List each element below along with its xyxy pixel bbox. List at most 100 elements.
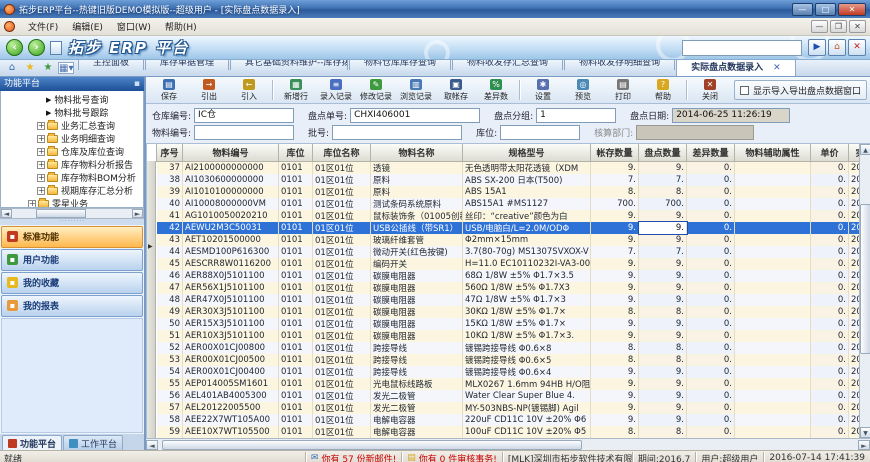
sidebar-item-物料批号跟踪[interactable]: ▶物料批号跟踪 xyxy=(1,106,143,119)
sidebar-item-库存物料BOM分析[interactable]: +库存物料BOM分析 xyxy=(1,171,143,184)
maximize-button[interactable]: □ xyxy=(815,3,836,16)
help-button[interactable]: ?帮助 xyxy=(643,78,683,103)
home-icon[interactable]: ⌂ xyxy=(828,39,846,56)
grid-horizontal-scrollbar[interactable]: ◄ ► xyxy=(146,438,870,450)
checkbox-icon[interactable] xyxy=(740,86,749,95)
favorites-star-icon[interactable]: ★ xyxy=(22,61,38,75)
sidebar-panel-我的收藏[interactable]: ▪我的收藏 xyxy=(1,272,143,294)
warehouse-code-field[interactable]: IC仓 xyxy=(194,108,294,123)
column-header-物料辅助属性[interactable]: 物料辅助属性 xyxy=(735,144,811,161)
browse-record-button[interactable]: ▥浏览记录 xyxy=(396,78,436,103)
preview-button[interactable]: ◎预览 xyxy=(563,78,603,103)
tab-list-icon[interactable]: ▦▾ xyxy=(58,62,74,74)
column-header-物料编号[interactable]: 物料编号 xyxy=(183,144,279,161)
table-row[interactable]: 55AEP014005SM1601010101区01位光电鼠标线路板MLX026… xyxy=(157,378,860,390)
modify-record-button[interactable]: ✎修改记录 xyxy=(356,78,396,103)
mdi-minimize-button[interactable]: — xyxy=(811,20,828,33)
home-tab-icon[interactable]: ⌂ xyxy=(4,61,20,75)
close-button[interactable]: ✕关闭 xyxy=(690,78,730,103)
scroll-right-icon[interactable]: ► xyxy=(858,440,870,450)
table-row[interactable]: 56AEL401AB4005300010101区01位发光二极管Water Cl… xyxy=(157,390,860,402)
add-favorite-icon[interactable]: ★ xyxy=(40,61,56,75)
tree-expand-icon[interactable]: + xyxy=(37,135,45,143)
column-header-序号[interactable]: 序号 xyxy=(157,144,183,161)
scroll-down-icon[interactable]: ▼ xyxy=(860,427,870,438)
enter-record-button[interactable]: ≡录入记录 xyxy=(316,78,356,103)
column-header-库位[interactable]: 库位 xyxy=(279,144,313,161)
column-header-差异数量[interactable]: 差异数量 xyxy=(687,144,735,161)
table-row[interactable]: 39AI1010100000000010101区01位原料ABS 15A18.8… xyxy=(157,186,860,198)
minimize-button[interactable]: — xyxy=(792,3,813,16)
scroll-up-icon[interactable]: ▲ xyxy=(860,144,870,155)
table-row[interactable]: 53AER00X01CJ00500010101区01位跨接导线镀锡跨接导线 Φ0… xyxy=(157,354,860,366)
column-header-规格型号[interactable]: 规格型号 xyxy=(463,144,591,161)
table-row[interactable]: 41AG1010050020210010101区01位鼠标装饰条（01005创新… xyxy=(157,210,860,222)
tree-horizontal-scrollbar[interactable]: ◄ ► xyxy=(0,208,144,219)
table-row[interactable]: 44AESMD100P616300010101区01位微动开关(红色按键)3.7… xyxy=(157,246,860,258)
table-row[interactable]: 48AER47X0J5101100010101区01位碳膜电阻器47Ω 1/8W… xyxy=(157,294,860,306)
mdi-restore-button[interactable]: ❒ xyxy=(830,20,847,33)
show-import-export-window-toggle[interactable]: 显示导入导出盘点数据窗口 xyxy=(734,80,867,100)
print-button[interactable]: ▤打印 xyxy=(603,78,643,103)
tree-expand-icon[interactable]: + xyxy=(37,174,45,182)
tree-expand-icon[interactable]: + xyxy=(28,200,36,208)
clear-icon[interactable]: ✕ xyxy=(848,39,866,56)
sidebar-tab-工作平台[interactable]: 工作平台 xyxy=(63,435,123,450)
count-group-field[interactable]: 1 xyxy=(536,108,616,123)
sidebar-item-业务明细查询[interactable]: +业务明细查询 xyxy=(1,132,143,145)
scroll-left-icon[interactable]: ◄ xyxy=(1,209,12,218)
new-mail-status[interactable]: ✉你有 57 份新邮件! xyxy=(305,452,401,462)
export-button[interactable]: →引出 xyxy=(189,78,229,103)
import-button[interactable]: ←引入 xyxy=(229,78,269,103)
sidebar-item-零星业务[interactable]: +零星业务 xyxy=(1,197,143,208)
table-row[interactable]: 42AEWU2M3C50031010101区01位USB公插线（带SR1）USB… xyxy=(157,222,860,234)
table-row[interactable]: 46AER88X0J5101100010101区01位碳膜电阻器68Ω 1/8W… xyxy=(157,270,860,282)
scrollbar-thumb[interactable] xyxy=(162,440,582,450)
get-book-qty-button[interactable]: ▣取帐存 xyxy=(436,78,476,103)
table-row[interactable]: 40AI10008000000VM010101区01位测试条码系统原料ABS15… xyxy=(157,198,860,210)
table-row[interactable]: 58AEE22X7WT105A00010101区01位电解电容器220uF CD… xyxy=(157,414,860,426)
sidebar-item-视期库存汇总分析[interactable]: +视期库存汇总分析 xyxy=(1,184,143,197)
table-row[interactable]: 38AI1030600000000010101区01位原料ABS SX-200 … xyxy=(157,174,860,186)
table-row[interactable]: 50AER15X3J5101100010101区01位碳膜电阻器15KΩ 1/8… xyxy=(157,318,860,330)
document-tab-active[interactable]: 实际盘点数据录入✕ xyxy=(676,59,796,76)
sidebar-item-物料批号查询[interactable]: ▶物料批号查询 xyxy=(1,93,143,106)
sidebar-item-仓库及库位查询[interactable]: +仓库及库位查询 xyxy=(1,145,143,158)
table-row[interactable]: 54AER00X01CJ00400010101区01位跨接导线镀锡跨接导线 Φ0… xyxy=(157,366,860,378)
batch-no-field[interactable] xyxy=(332,125,462,140)
menu-item[interactable]: 文件(F) xyxy=(21,21,65,35)
settings-button[interactable]: ✱设置 xyxy=(523,78,563,103)
tree-expand-icon[interactable]: + xyxy=(37,122,45,130)
table-row[interactable]: 57AEL20122005500010101区01位发光二极管MY-503NBS… xyxy=(157,402,860,414)
table-row[interactable]: 52AER00X01CJ00800010101区01位跨接导线镀锡跨接导线 Φ0… xyxy=(157,342,860,354)
table-row[interactable]: 47AER56X1J5101100010101区01位碳膜电阻器560Ω 1/8… xyxy=(157,282,860,294)
sidebar-panel-标准功能[interactable]: ▪标准功能 xyxy=(1,226,143,248)
table-row[interactable]: 59AEE10X7WT105500010101区01位电解电容器100uF CD… xyxy=(157,426,860,438)
pin-icon[interactable]: ▪ xyxy=(134,77,140,91)
run-icon[interactable]: ▶ xyxy=(808,39,826,56)
back-icon[interactable]: ‹ xyxy=(6,39,23,56)
close-window-button[interactable]: ✕ xyxy=(838,3,866,16)
menu-item[interactable]: 编辑(E) xyxy=(65,21,110,35)
quick-search-box[interactable] xyxy=(682,40,802,56)
close-tab-icon[interactable]: ✕ xyxy=(773,60,781,76)
column-header-库位名称[interactable]: 库位名称 xyxy=(313,144,371,161)
table-row[interactable]: 51AER10X3J5101100010101区01位碳膜电阻器10KΩ 1/8… xyxy=(157,330,860,342)
forward-icon[interactable]: › xyxy=(28,39,45,56)
tree-expand-icon[interactable]: + xyxy=(37,161,45,169)
column-header-单价[interactable]: 单价 xyxy=(811,144,849,161)
sidebar-panel-用户功能[interactable]: ▪用户功能 xyxy=(1,249,143,271)
location-field[interactable] xyxy=(500,125,580,140)
column-header-帐存数量[interactable]: 帐存数量 xyxy=(591,144,639,161)
menu-item[interactable]: 帮助(H) xyxy=(158,21,204,35)
tree-expand-icon[interactable]: + xyxy=(37,148,45,156)
table-row[interactable]: 43AET10201500000010101区01位玻璃纤维套管Φ2mm×15m… xyxy=(157,234,860,246)
row-selector-gutter[interactable]: ▶ xyxy=(147,161,156,438)
tree-expand-icon[interactable]: + xyxy=(37,187,45,195)
material-code-field[interactable] xyxy=(194,125,294,140)
sidebar-panel-我的报表[interactable]: ▪我的报表 xyxy=(1,295,143,317)
scrollbar-thumb[interactable] xyxy=(36,209,86,218)
column-header-实盘[interactable]: 实盘 xyxy=(849,144,860,161)
count-sheet-no-field[interactable]: CHXI406001 xyxy=(350,108,480,123)
column-header-盘点数量[interactable]: 盘点数量 xyxy=(639,144,687,161)
